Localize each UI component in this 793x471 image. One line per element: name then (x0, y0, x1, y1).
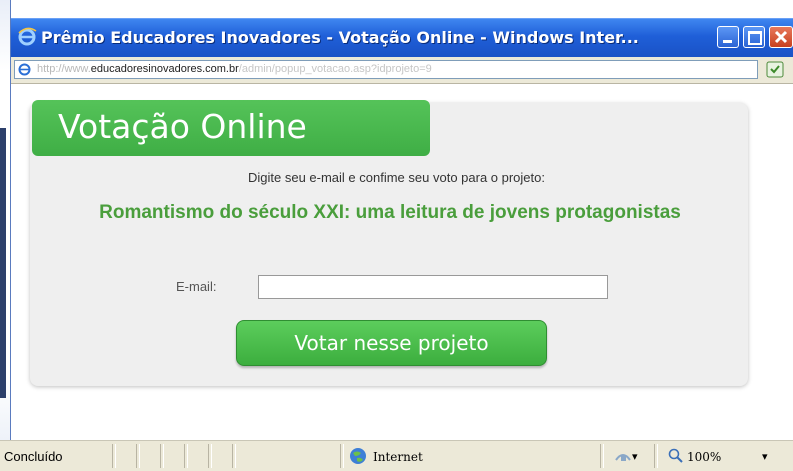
status-separator (112, 444, 116, 468)
maximize-button[interactable] (743, 26, 765, 48)
status-separator (184, 444, 188, 468)
vote-button-label: Votar nesse projeto (294, 331, 489, 355)
close-icon (774, 30, 788, 44)
protected-mode-icon[interactable] (614, 448, 632, 464)
instruction-text: Digite seu e-mail e confime seu voto par… (248, 170, 545, 185)
zoom-icon[interactable] (668, 448, 684, 464)
status-separator (208, 444, 212, 468)
status-separator (340, 444, 344, 468)
url-prefix: http://www. (37, 63, 91, 75)
title-bar[interactable]: Prêmio Educadores Inovadores - Votação O… (11, 18, 793, 57)
status-separator (136, 444, 140, 468)
status-separator (600, 444, 604, 468)
status-separator (232, 444, 236, 468)
page-title: Votação Online (58, 107, 307, 146)
email-label: E-mail: (176, 279, 217, 294)
security-report-icon[interactable] (766, 61, 784, 78)
status-bar: Concluído Internet ▾ 100% ▾ (0, 440, 793, 471)
url-text: http://www.educadoresinovadores.com.br/a… (37, 63, 432, 75)
address-bar: http://www.educadoresinovadores.com.br/a… (11, 57, 793, 84)
background-window-edge (0, 128, 6, 398)
close-button[interactable] (769, 26, 793, 48)
vote-button[interactable]: Votar nesse projeto (236, 320, 547, 366)
minimize-button[interactable] (717, 26, 739, 48)
zoom-level[interactable]: 100% (687, 450, 721, 464)
chevron-down-icon[interactable]: ▾ (762, 450, 768, 463)
project-title: Romantismo do século XXI: uma leitura de… (99, 202, 681, 223)
window-title: Prêmio Educadores Inovadores - Votação O… (41, 28, 639, 47)
status-separator (160, 444, 164, 468)
url-field[interactable]: http://www.educadoresinovadores.com.br/a… (14, 60, 758, 79)
url-host: educadoresinovadores.com.br (90, 63, 239, 75)
status-text: Concluído (4, 449, 63, 464)
url-path: /admin/popup_votacao.asp?idprojeto=9 (238, 63, 432, 75)
ie-icon (18, 27, 37, 46)
page-icon (18, 63, 31, 76)
chevron-down-icon[interactable]: ▾ (632, 450, 638, 463)
zone-text: Internet (373, 450, 423, 464)
email-input[interactable] (258, 275, 608, 299)
status-separator (654, 444, 658, 468)
internet-globe-icon (350, 448, 366, 464)
